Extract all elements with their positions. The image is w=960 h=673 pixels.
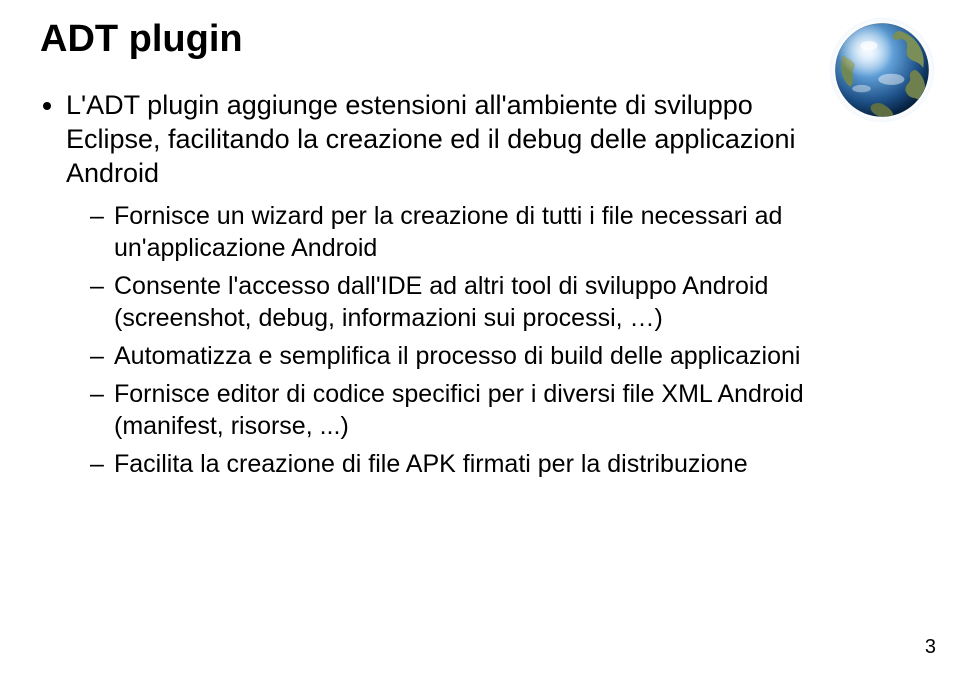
sub-bullet-text: Fornisce editor di codice specifici per … (114, 380, 804, 440)
slide-title: ADT plugin (40, 18, 920, 61)
sub-bullet-text: Consente l'accesso dall'IDE ad altri too… (114, 272, 768, 332)
slide: ADT plugin (0, 0, 960, 673)
sub-bullet: Facilita la creazione di file APK firmat… (96, 448, 830, 480)
sub-bullet-text: Facilita la creazione di file APK firmat… (114, 450, 748, 478)
sub-bullet-list: Fornisce un wizard per la creazione di t… (66, 200, 830, 480)
sub-bullet: Fornisce un wizard per la creazione di t… (96, 200, 830, 264)
sub-bullet-text: Fornisce un wizard per la creazione di t… (114, 202, 782, 262)
bullet-main-text: L'ADT plugin aggiunge estensioni all'amb… (66, 90, 795, 188)
sub-bullet: Automatizza e semplifica il processo di … (96, 340, 830, 372)
earth-globe-icon (826, 14, 938, 126)
bullet-main: L'ADT plugin aggiunge estensioni all'amb… (66, 89, 920, 480)
sub-bullet-text: Automatizza e semplifica il processo di … (114, 342, 800, 370)
sub-bullet: Fornisce editor di codice specifici per … (96, 378, 830, 442)
sub-bullet: Consente l'accesso dall'IDE ad altri too… (96, 270, 830, 334)
page-number: 3 (925, 636, 936, 659)
bullet-list: L'ADT plugin aggiunge estensioni all'amb… (40, 89, 920, 480)
